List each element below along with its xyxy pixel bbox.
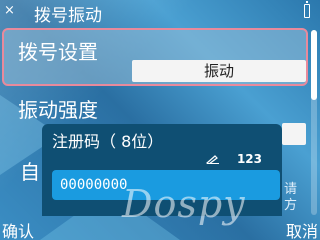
pen-icon bbox=[206, 155, 219, 164]
setting-value-field[interactable]: 振动 bbox=[132, 60, 306, 82]
scroll-thumb[interactable] bbox=[311, 30, 317, 100]
setting-value-field[interactable] bbox=[282, 123, 306, 145]
title-bar: × 拨号振动 bbox=[0, 0, 320, 26]
partial-text: 请 方 bbox=[284, 182, 298, 213]
setting-item-strength-label[interactable]: 振动强度 bbox=[18, 94, 98, 123]
cancel-softkey[interactable]: 取消 bbox=[286, 218, 318, 240]
input-mode-indicator: 123 bbox=[236, 152, 262, 166]
dialog-title: 注册码（ 8位） bbox=[52, 132, 164, 151]
close-icon[interactable]: × bbox=[4, 3, 15, 18]
setting-item-dial[interactable]: 拨号设置 振动 bbox=[2, 28, 308, 86]
page-title: 拨号振动 bbox=[34, 6, 102, 26]
setting-item-partial-label[interactable]: 自 bbox=[20, 156, 40, 185]
battery-icon bbox=[304, 1, 310, 18]
setting-label: 拨号设置 bbox=[18, 40, 98, 64]
softkey-bar: 确认 取消 bbox=[0, 216, 320, 240]
confirm-softkey[interactable]: 确认 bbox=[2, 218, 34, 240]
scrollbar[interactable] bbox=[311, 30, 317, 215]
